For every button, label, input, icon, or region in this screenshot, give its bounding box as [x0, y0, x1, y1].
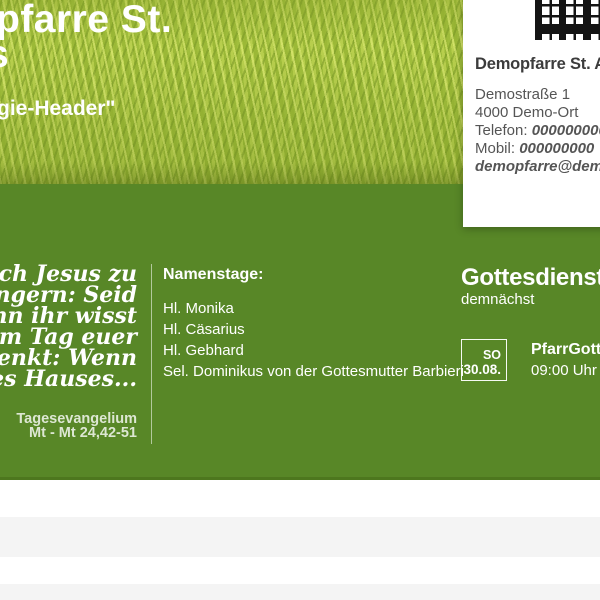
gospel-source-label: Tagesevangelium	[16, 412, 137, 426]
services-subheading: demnächst	[461, 291, 600, 308]
site-title-line1: pfarre St.	[0, 2, 172, 37]
gospel-quote: sprach Jesus zu n Jüngern: Seid ! Denn i…	[0, 264, 137, 390]
mobile-label: Mobil:	[475, 140, 515, 157]
services-heading: Gottesdienste	[461, 265, 600, 290]
phone-value: 000000000	[532, 122, 600, 139]
phone-label: Telefon:	[475, 122, 528, 139]
parish-name: Demopfarre St. Ag	[475, 55, 600, 74]
event-day: SO	[483, 349, 501, 362]
event-item[interactable]: SO 30.08. PfarrGotte 09:00 Uhr	[461, 339, 600, 381]
gospel-source-reference: Mt - Mt 24,42-51	[16, 426, 137, 440]
site-title-line2: s	[0, 37, 172, 72]
mobile-line: Mobil: 000000000	[475, 140, 600, 158]
mobile-value: 000000000	[519, 140, 594, 157]
event-date-box: SO 30.08.	[461, 339, 507, 381]
address-city: 4000 Demo-Ort	[475, 104, 600, 122]
page: { "header": { "title_line1": "pfarre St.…	[0, 0, 600, 600]
nameday-item: Sel. Dominikus von der Gottesmutter Barb…	[163, 361, 464, 382]
namedays-heading: Namenstage:	[163, 266, 464, 284]
event-time: 09:00 Uhr	[531, 362, 600, 379]
email-link[interactable]: demopfarre@demopfa	[475, 158, 600, 176]
contact-card: Demopfarre St. Ag Demostraße 1 4000 Demo…	[463, 0, 600, 227]
content-stripe	[0, 517, 600, 557]
vertical-divider	[151, 264, 152, 444]
content-stripe	[0, 584, 600, 600]
quote-line: err des Hauses...	[0, 369, 137, 390]
namedays-block: Namenstage: Hl. Monika Hl. Cäsarius Hl. …	[163, 266, 464, 382]
building-windows-icon	[535, 0, 600, 40]
info-section: sprach Jesus zu n Jüngern: Seid ! Denn i…	[0, 184, 600, 480]
nameday-item: Hl. Monika	[163, 298, 464, 319]
nameday-item: Hl. Gebhard	[163, 340, 464, 361]
site-subtitle: gie-Header"	[0, 97, 116, 121]
phone-line: Telefon: 000000000	[475, 122, 600, 140]
address-street: Demostraße 1	[475, 86, 600, 104]
contact-details: Demostraße 1 4000 Demo-Ort Telefon: 0000…	[475, 86, 600, 176]
event-title: PfarrGotte	[531, 341, 600, 359]
gospel-source: Tagesevangelium Mt - Mt 24,42-51	[16, 412, 137, 440]
event-date: 30.08.	[463, 362, 501, 377]
services-block: Gottesdienste demnächst SO 30.08. PfarrG…	[461, 265, 600, 381]
nameday-item: Hl. Cäsarius	[163, 319, 464, 340]
site-title: pfarre St. s	[0, 2, 172, 72]
event-info: PfarrGotte 09:00 Uhr	[531, 339, 600, 381]
